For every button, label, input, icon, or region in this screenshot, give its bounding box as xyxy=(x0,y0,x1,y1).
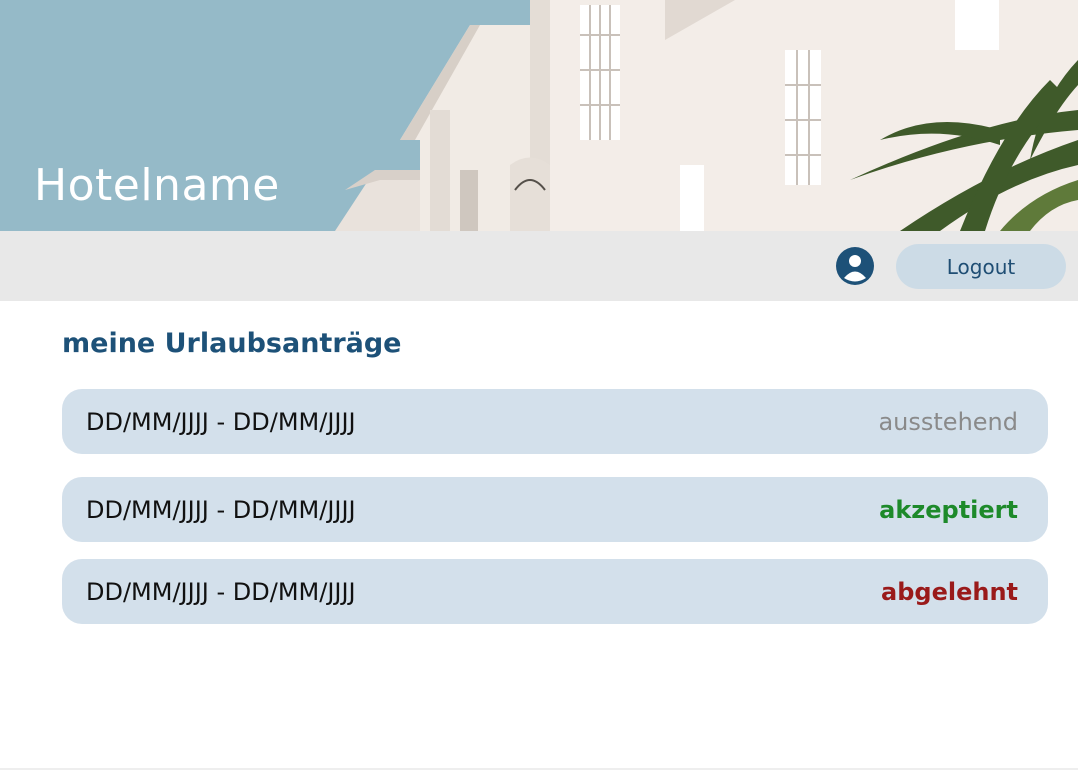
hotel-name: Hotelname xyxy=(34,160,280,211)
vacation-request-row[interactable]: DD/MM/JJJJ - DD/MM/JJJJ akzeptiert xyxy=(62,477,1048,542)
user-circle-icon[interactable] xyxy=(836,247,874,285)
request-date-range: DD/MM/JJJJ - DD/MM/JJJJ xyxy=(86,407,356,436)
bottom-divider xyxy=(0,768,1078,770)
request-date-range: DD/MM/JJJJ - DD/MM/JJJJ xyxy=(86,577,356,606)
vacation-request-row[interactable]: DD/MM/JJJJ - DD/MM/JJJJ ausstehend xyxy=(62,389,1048,454)
hero-banner: Hotelname xyxy=(0,0,1078,231)
status-badge-rejected: abgelehnt xyxy=(881,577,1018,606)
vacation-request-row[interactable]: DD/MM/JJJJ - DD/MM/JJJJ abgelehnt xyxy=(62,559,1048,624)
logout-button[interactable]: Logout xyxy=(896,244,1066,289)
status-badge-pending: ausstehend xyxy=(878,407,1018,436)
top-toolbar: Logout xyxy=(0,231,1078,301)
request-date-range: DD/MM/JJJJ - DD/MM/JJJJ xyxy=(86,495,356,524)
status-badge-accepted: akzeptiert xyxy=(879,495,1018,524)
page-title: meine Urlaubsanträge xyxy=(62,328,402,359)
